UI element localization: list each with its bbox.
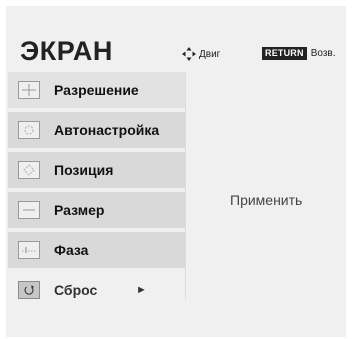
resolution-icon bbox=[18, 81, 40, 99]
submenu-arrow-icon: ► bbox=[136, 284, 147, 296]
menu-item-label: Фаза bbox=[54, 242, 89, 258]
return-hint-label: Возв. bbox=[310, 48, 336, 59]
return-key-badge: RETURN bbox=[262, 47, 307, 60]
phase-icon bbox=[18, 241, 40, 259]
position-icon bbox=[18, 161, 40, 179]
page-title: ЭКРАН bbox=[20, 36, 113, 66]
move-hint-label: Двиг bbox=[199, 48, 221, 60]
menu-item-label: Разрешение bbox=[54, 82, 139, 98]
menu-item-label: Сброс bbox=[54, 282, 98, 298]
menu-item-phase[interactable]: Фаза bbox=[8, 232, 185, 268]
four-way-arrows-icon bbox=[182, 47, 196, 61]
menu-item-label: Автонастройка bbox=[54, 122, 160, 138]
apply-button[interactable]: Применить bbox=[230, 192, 302, 208]
menu-item-resolution[interactable]: Разрешение bbox=[8, 72, 185, 108]
panel-divider bbox=[185, 72, 186, 300]
auto-config-icon bbox=[18, 121, 40, 139]
menu-item-auto-config[interactable]: Автонастройка bbox=[8, 112, 185, 148]
menu-item-label: Размер bbox=[54, 202, 105, 218]
return-hint: RETURN Возв. bbox=[262, 47, 336, 60]
settings-menu: Разрешение Автонастройка Позиция Размер bbox=[8, 72, 185, 312]
reset-icon bbox=[18, 281, 40, 299]
menu-item-position[interactable]: Позиция bbox=[8, 152, 185, 188]
size-icon bbox=[18, 201, 40, 219]
move-hint: Двиг bbox=[182, 47, 220, 61]
menu-item-label: Позиция bbox=[54, 162, 114, 178]
menu-item-reset[interactable]: Сброс ► bbox=[8, 272, 185, 308]
menu-item-size[interactable]: Размер bbox=[8, 192, 185, 228]
